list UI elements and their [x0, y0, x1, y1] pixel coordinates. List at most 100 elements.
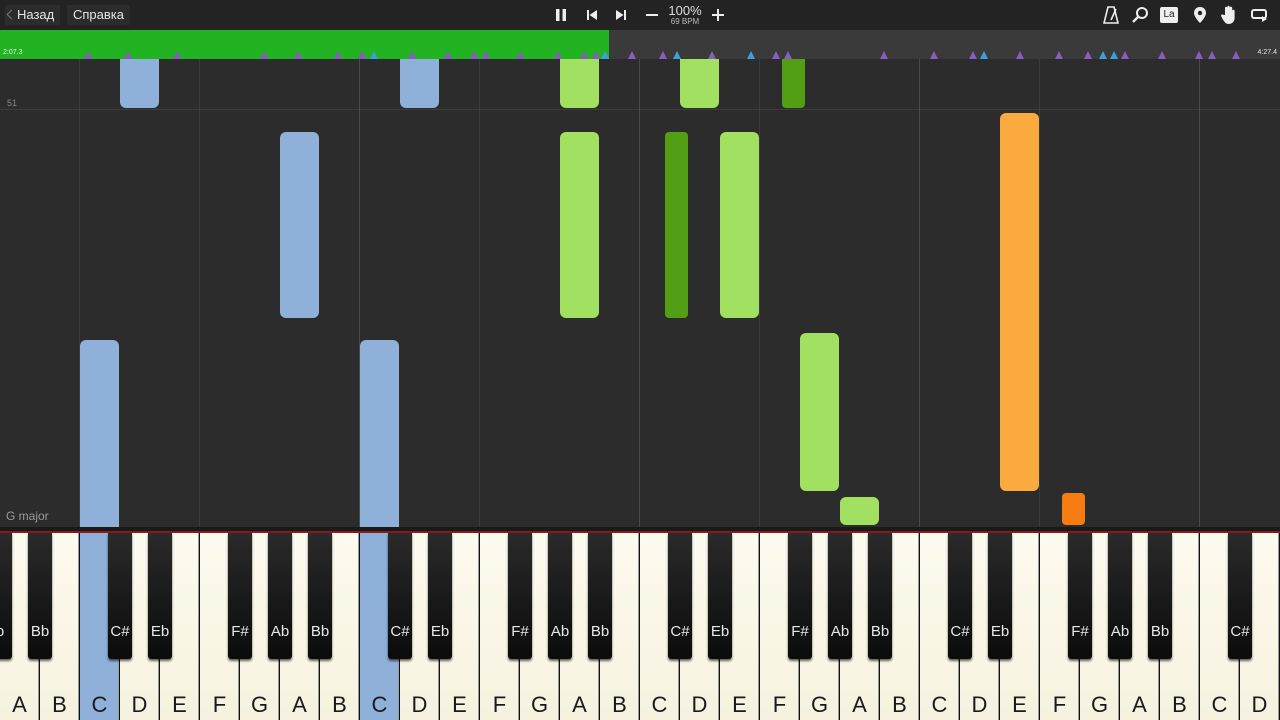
black-key-label: b	[0, 623, 18, 640]
piano-roll: 51 G major	[0, 59, 1280, 527]
black-key-label: C#	[110, 623, 130, 640]
black-key[interactable]: F#	[1068, 533, 1092, 659]
total-time: 4:27.4	[1257, 49, 1277, 56]
timeline-marker	[84, 51, 93, 59]
black-key[interactable]: Eb	[988, 533, 1012, 659]
black-key-label: F#	[791, 623, 809, 640]
marker-button[interactable]	[1189, 0, 1211, 30]
top-toolbar: Назад Справка 100% 69 BPM La	[0, 0, 1280, 30]
black-key[interactable]: Eb	[148, 533, 172, 659]
beat-line	[199, 59, 200, 527]
white-key-label: A	[292, 692, 307, 717]
note-block	[665, 132, 688, 318]
white-key-label: D	[971, 692, 988, 717]
timeline-marker	[880, 51, 889, 59]
black-key-label: C#	[950, 623, 970, 640]
zoom-in-button[interactable]	[707, 0, 729, 30]
black-key[interactable]: Bb	[28, 533, 52, 659]
black-key-label: Bb	[1150, 623, 1170, 640]
black-key-label: Ab	[1110, 623, 1130, 640]
black-key-label: Ab	[270, 623, 290, 640]
zoom-level: 100%	[668, 3, 702, 18]
black-key[interactable]: Ab	[548, 533, 572, 659]
white-key-label: E	[172, 692, 187, 717]
black-key[interactable]: Eb	[708, 533, 732, 659]
timeline-marker	[601, 51, 610, 59]
note-block	[720, 132, 759, 318]
hand-button[interactable]	[1218, 0, 1240, 30]
white-key-label: F	[772, 692, 787, 717]
white-key-label: A	[852, 692, 867, 717]
timeline-marker	[1208, 51, 1217, 59]
measure-line	[919, 59, 920, 527]
black-key[interactable]: C#	[948, 533, 972, 659]
black-key[interactable]: F#	[228, 533, 252, 659]
black-key[interactable]: F#	[788, 533, 812, 659]
black-key[interactable]: C#	[1228, 533, 1252, 659]
note-block	[280, 132, 319, 318]
black-key[interactable]: Bb	[868, 533, 892, 659]
help-button[interactable]: Справка	[67, 5, 130, 25]
white-key-label: F	[1052, 692, 1067, 717]
black-key-label: Eb	[990, 623, 1010, 640]
black-key[interactable]: Eb	[428, 533, 452, 659]
loop-button[interactable]	[1248, 0, 1270, 30]
timeline-marker	[579, 51, 588, 59]
white-key-label: B	[52, 692, 67, 717]
note-block	[782, 59, 805, 108]
black-key[interactable]: C#	[388, 533, 412, 659]
black-key-label: F#	[1071, 623, 1089, 640]
white-key-label: C	[371, 692, 388, 717]
black-key[interactable]: F#	[508, 533, 532, 659]
timeline-progress-bar[interactable]: 2:07.3 4:27.4	[0, 30, 1280, 59]
white-key-label: E	[1012, 692, 1027, 717]
white-key-label: E	[732, 692, 747, 717]
skip-forward-button[interactable]	[610, 0, 632, 30]
black-key-label: Eb	[710, 623, 730, 640]
note-names-button[interactable]: La	[1158, 0, 1180, 30]
black-key-label: Bb	[310, 623, 330, 640]
metronome-button[interactable]	[1100, 0, 1122, 30]
search-button[interactable]	[1129, 0, 1151, 30]
skip-back-button[interactable]	[581, 0, 603, 30]
plus-icon	[712, 9, 724, 21]
black-key[interactable]: Bb	[308, 533, 332, 659]
white-key-label: A	[1132, 692, 1147, 717]
white-key-label: D	[131, 692, 148, 717]
beat-line	[759, 59, 760, 527]
timeline-marker	[784, 51, 793, 59]
black-key[interactable]: b	[0, 533, 12, 659]
timeline-marker	[1054, 51, 1063, 59]
white-key-label: C	[91, 692, 108, 717]
black-key-label: Bb	[870, 623, 890, 640]
timeline-marker	[592, 51, 601, 59]
zoom-readout: 100% 69 BPM	[664, 4, 706, 26]
back-button[interactable]: Назад	[5, 5, 61, 25]
pause-icon	[556, 9, 566, 21]
timeline-marker	[628, 51, 637, 59]
note-block	[80, 340, 119, 527]
magnifier-icon	[1132, 7, 1148, 23]
black-key[interactable]: Bb	[1148, 533, 1172, 659]
skip-forward-icon	[616, 10, 626, 20]
timeline-marker	[707, 51, 716, 59]
black-key[interactable]: Ab	[828, 533, 852, 659]
note-block	[800, 333, 839, 491]
black-key[interactable]: Ab	[1108, 533, 1132, 659]
black-key[interactable]: Ab	[268, 533, 292, 659]
timeline-marker	[659, 51, 668, 59]
timeline-marker	[771, 51, 780, 59]
timeline-marker	[1016, 51, 1025, 59]
zoom-out-button[interactable]	[641, 0, 663, 30]
timeline-marker	[369, 51, 378, 59]
white-key-label: B	[612, 692, 627, 717]
beat-line	[479, 59, 480, 527]
black-key[interactable]: C#	[108, 533, 132, 659]
timeline-marker	[515, 51, 524, 59]
pause-button[interactable]	[550, 0, 572, 30]
timeline-marker	[444, 51, 452, 59]
timeline-marker	[172, 51, 181, 59]
black-key[interactable]: Bb	[588, 533, 612, 659]
black-key[interactable]: C#	[668, 533, 692, 659]
timeline-marker	[333, 51, 342, 59]
